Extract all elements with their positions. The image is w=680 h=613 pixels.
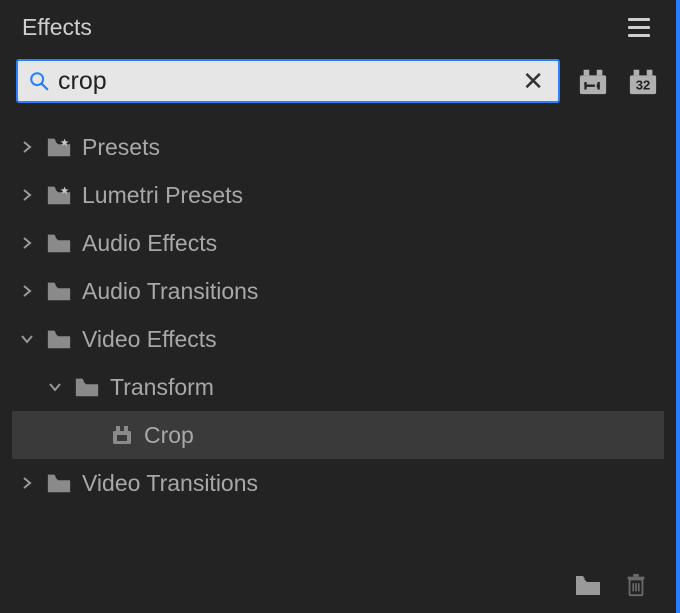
search-row: ✕ 32 — [0, 53, 676, 113]
search-input[interactable] — [50, 67, 518, 96]
tree-item-label: Transform — [110, 374, 214, 401]
tree-item-lumetri-presets[interactable]: Lumetri Presets — [12, 171, 664, 219]
tree-item-label: Presets — [82, 134, 160, 161]
search-icon — [28, 70, 50, 92]
tree-item-label: Video Effects — [82, 326, 217, 353]
panel-title: Effects — [22, 14, 92, 41]
panel-footer — [574, 573, 650, 597]
folder-icon — [46, 472, 72, 494]
tree-item-audio-transitions[interactable]: Audio Transitions — [12, 267, 664, 315]
chevron-down-icon[interactable] — [18, 330, 36, 348]
tree-item-label: Audio Transitions — [82, 278, 258, 305]
new-bin-icon[interactable] — [574, 573, 602, 597]
tree-item-crop[interactable]: Crop — [12, 411, 664, 459]
delete-icon[interactable] — [622, 573, 650, 597]
animated-preset-icon[interactable] — [576, 66, 610, 96]
tree-item-label: Lumetri Presets — [82, 182, 243, 209]
preset-32-icon[interactable]: 32 — [626, 66, 660, 96]
clear-search-button[interactable]: ✕ — [518, 68, 548, 94]
chevron-right-icon[interactable] — [18, 474, 36, 492]
folder-star-icon — [46, 136, 72, 158]
effect-icon — [110, 424, 134, 446]
svg-text:32: 32 — [636, 77, 651, 92]
chevron-right-icon[interactable] — [18, 138, 36, 156]
folder-icon — [46, 328, 72, 350]
tree-item-label: Audio Effects — [82, 230, 217, 257]
folder-icon — [46, 280, 72, 302]
chevron-right-icon[interactable] — [18, 186, 36, 204]
tree-item-video-effects[interactable]: Video Effects — [12, 315, 664, 363]
chevron-right-icon[interactable] — [18, 282, 36, 300]
panel-menu-button[interactable] — [624, 14, 654, 41]
folder-icon — [46, 232, 72, 254]
search-box[interactable]: ✕ — [16, 59, 560, 103]
effects-panel: Effects ✕ 32 — [0, 0, 680, 613]
panel-header: Effects — [0, 0, 676, 53]
tree-item-label: Video Transitions — [82, 470, 258, 497]
tree-item-label: Crop — [144, 422, 194, 449]
chevron-down-icon[interactable] — [46, 378, 64, 396]
folder-icon — [74, 376, 100, 398]
chevron-right-icon[interactable] — [18, 234, 36, 252]
tree-item-video-transitions[interactable]: Video Transitions — [12, 459, 664, 507]
effects-tree: Presets Lumetri Presets Audio Effects — [0, 113, 676, 511]
tree-item-audio-effects[interactable]: Audio Effects — [12, 219, 664, 267]
folder-star-icon — [46, 184, 72, 206]
tree-item-transform[interactable]: Transform — [12, 363, 664, 411]
tree-item-presets[interactable]: Presets — [12, 123, 664, 171]
